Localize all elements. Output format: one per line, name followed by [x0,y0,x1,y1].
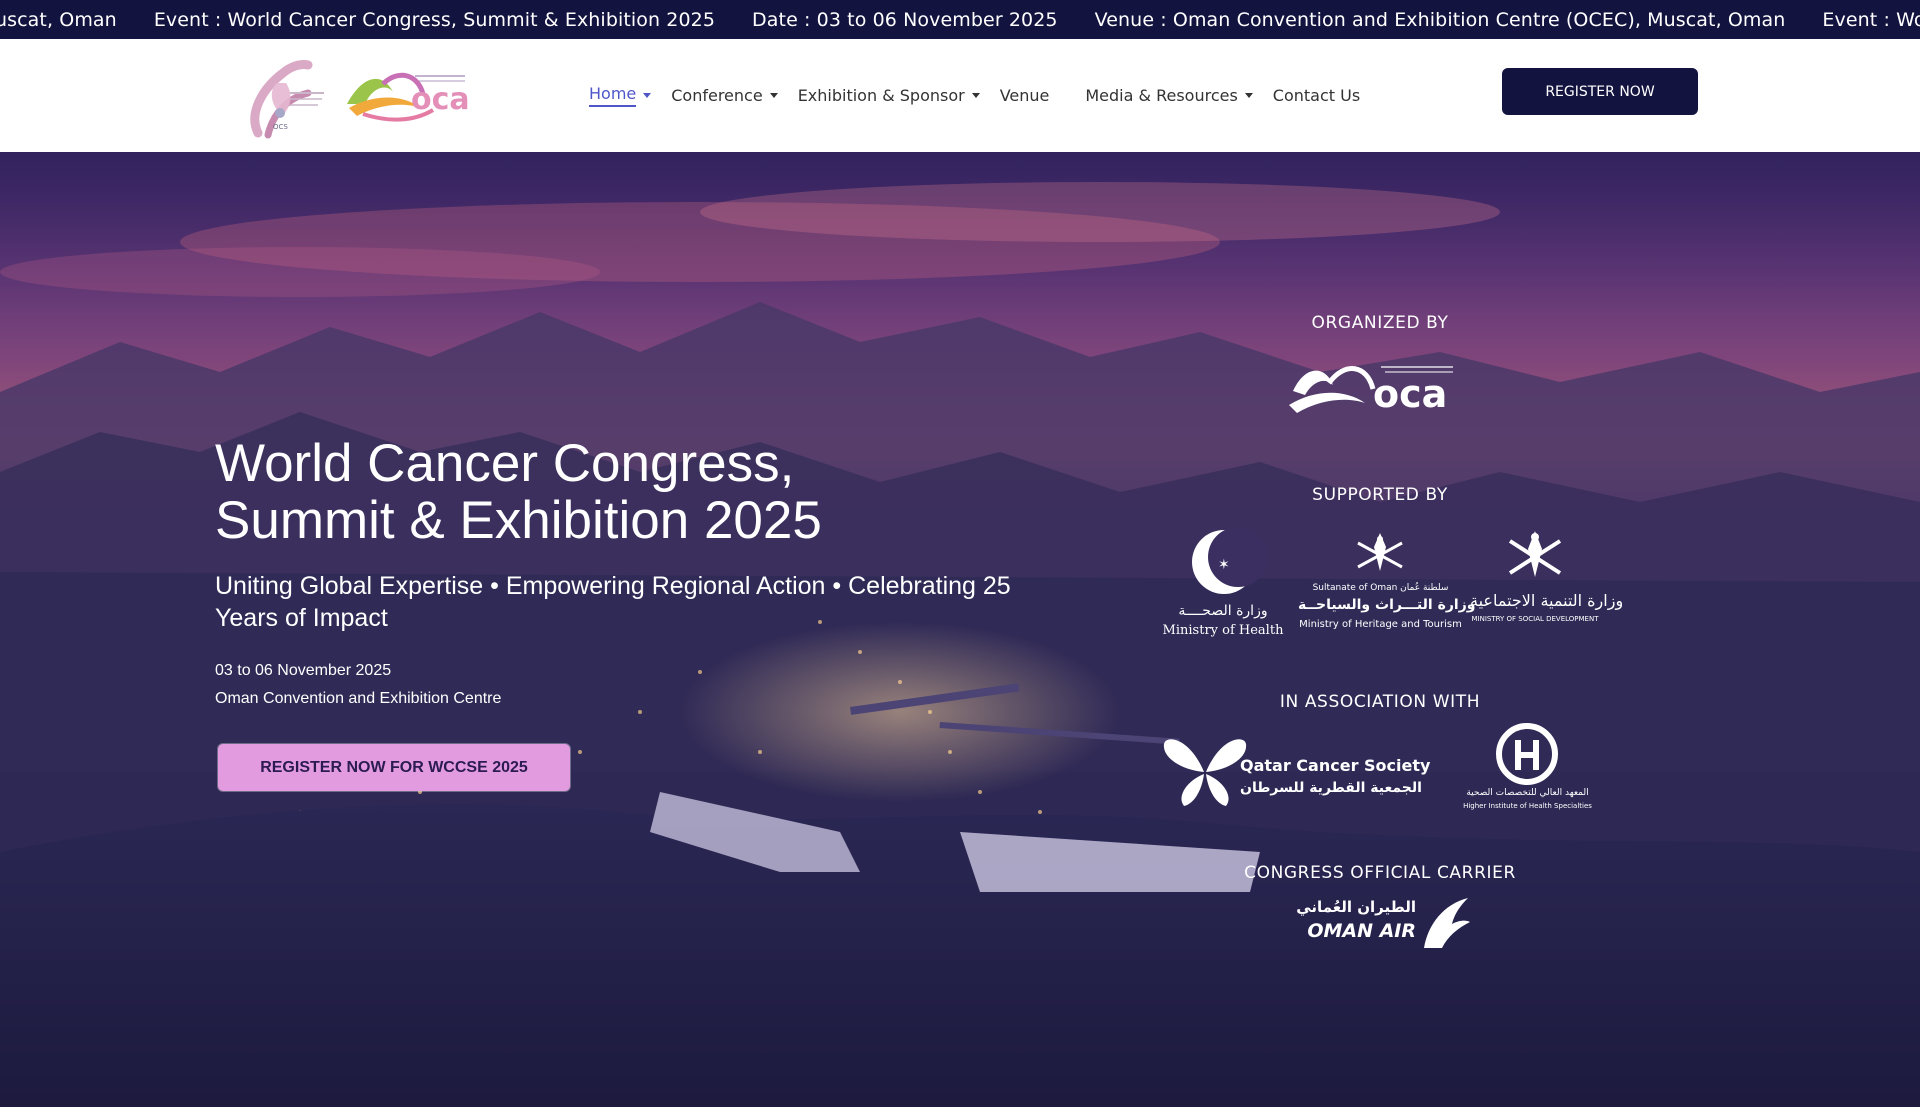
caret-down-icon [1244,93,1253,98]
moh-name: Ministry of Health [1162,623,1284,638]
ministry-social-development-logo[interactable]: وزارة التنمية الاجتماعية MINISTRY OF SOC… [1470,527,1624,642]
nav-venue-label: Venue [999,86,1050,105]
nav-conference[interactable]: Conference [671,86,778,105]
oman-khanjar-emblem-icon [1508,531,1562,577]
svg-text:OCS: OCS [273,123,288,131]
nav-home-label: Home [589,84,637,107]
svg-text:oca: oca [1373,372,1447,416]
oman-khanjar-emblem-icon [1357,533,1403,571]
nav-exhibition-sponsor-label: Exhibition & Sponsor [797,86,965,105]
qatar-cancer-society-logo[interactable]: Qatar Cancer Society الجمعية القطرية للس… [1160,730,1431,820]
nav-venue[interactable]: Venue [1000,86,1050,105]
wccse-logo[interactable]: OCS [228,53,328,141]
hihs-arabic: المعهد العالي للتخصصات الصحية [1466,788,1589,798]
hero-section: World Cancer Congress, Summit & Exhibiti… [0,152,1920,1107]
register-wccse-button[interactable]: REGISTER NOW FOR WCCSE 2025 [218,744,570,791]
main-nav: Home Conference Exhibition & Sponsor Ven… [589,39,1380,152]
qcs-name: Qatar Cancer Society [1240,756,1431,775]
announcement-ticker: uscat, Oman Event : World Cancer Congres… [0,0,1920,39]
msd-arabic: وزارة التنمية الاجتماعية [1470,591,1624,610]
oman-air-logo[interactable]: الطيران العُماني OMAN AIR [1282,894,1472,950]
moh-arabic: وزارة الصحــــة [1178,603,1268,619]
event-date: 03 to 06 November 2025 [215,662,392,679]
hero-title-line: World Cancer Congress, [215,434,795,493]
svg-text:✶: ✶ [1218,557,1230,573]
svg-text:oca: oca [411,82,470,117]
register-now-button[interactable]: REGISTER NOW [1502,68,1698,115]
oman-air-bird-icon [1424,898,1470,948]
supported-by-heading: SUPPORTED BY [1312,485,1448,505]
nav-exhibition-sponsor[interactable]: Exhibition & Sponsor [798,86,980,105]
higher-institute-health-logo[interactable]: المعهد العالي للتخصصات الصحية Higher Ins… [1455,722,1600,822]
event-venue: Oman Convention and Exhibition Centre [215,690,502,707]
ticker-track: uscat, Oman Event : World Cancer Congres… [0,0,1920,39]
ticker-item: uscat, Oman [0,8,117,31]
ticker-item: Event : Wo [1822,8,1920,31]
oman-air-arabic: الطيران العُماني [1296,898,1416,916]
crescent-emblem-icon: ✶ [1192,527,1268,594]
ticker-item: Date : 03 to 06 November 2025 [752,8,1058,31]
caret-down-icon [769,93,778,98]
nav-contact-us-label: Contact Us [1272,86,1361,105]
hero-title: World Cancer Congress, Summit & Exhibiti… [215,435,1115,549]
oca-logo[interactable]: oca [343,64,471,126]
caret-down-icon [971,93,980,98]
in-association-heading: IN ASSOCIATION WITH [1279,692,1481,712]
caret-down-icon [643,93,652,98]
mht-arabic: وزارة التـــراث والسياحــة [1298,597,1476,613]
site-header: OCS oca Home Conference Exhibition & Spo… [0,39,1920,152]
ministry-heritage-tourism-logo[interactable]: Sultanate of Oman سلطنة عُمان وزارة التـ… [1298,527,1476,642]
hero-subtitle: Uniting Global Expertise • Empowering Re… [215,572,1011,632]
nav-conference-label: Conference [671,86,763,105]
ticker-item: Venue : Oman Convention and Exhibition C… [1094,8,1786,31]
mht-prefix: Sultanate of Oman سلطنة عُمان [1312,583,1449,593]
nav-contact-us[interactable]: Contact Us [1273,86,1360,105]
nav-media-resources[interactable]: Media & Resources [1085,86,1253,105]
oca-white-logo[interactable]: oca [1285,355,1460,430]
msd-name: MINISTRY OF SOCIAL DEVELOPMENT [1471,615,1599,623]
qcs-arabic: الجمعية القطرية للسرطان [1240,780,1422,796]
butterfly-icon [1163,739,1247,806]
oman-air-name: OMAN AIR [1307,920,1416,942]
nav-home[interactable]: Home [589,84,652,107]
official-carrier-heading: CONGRESS OFFICIAL CARRIER [1244,863,1516,883]
hi-monogram-icon [1496,723,1558,785]
nav-media-resources-label: Media & Resources [1085,86,1238,105]
ministry-of-health-logo[interactable]: ✶ وزارة الصحــــة Ministry of Health [1158,527,1288,642]
mht-name: Ministry of Heritage and Tourism [1299,619,1462,630]
organized-by-heading: ORGANIZED BY [1311,313,1449,333]
ticker-item: Event : World Cancer Congress, Summit & … [153,8,716,31]
hihs-name: Higher Institute of Health Specialties [1463,802,1592,810]
hero-title-line: Summit & Exhibition 2025 [215,491,822,550]
